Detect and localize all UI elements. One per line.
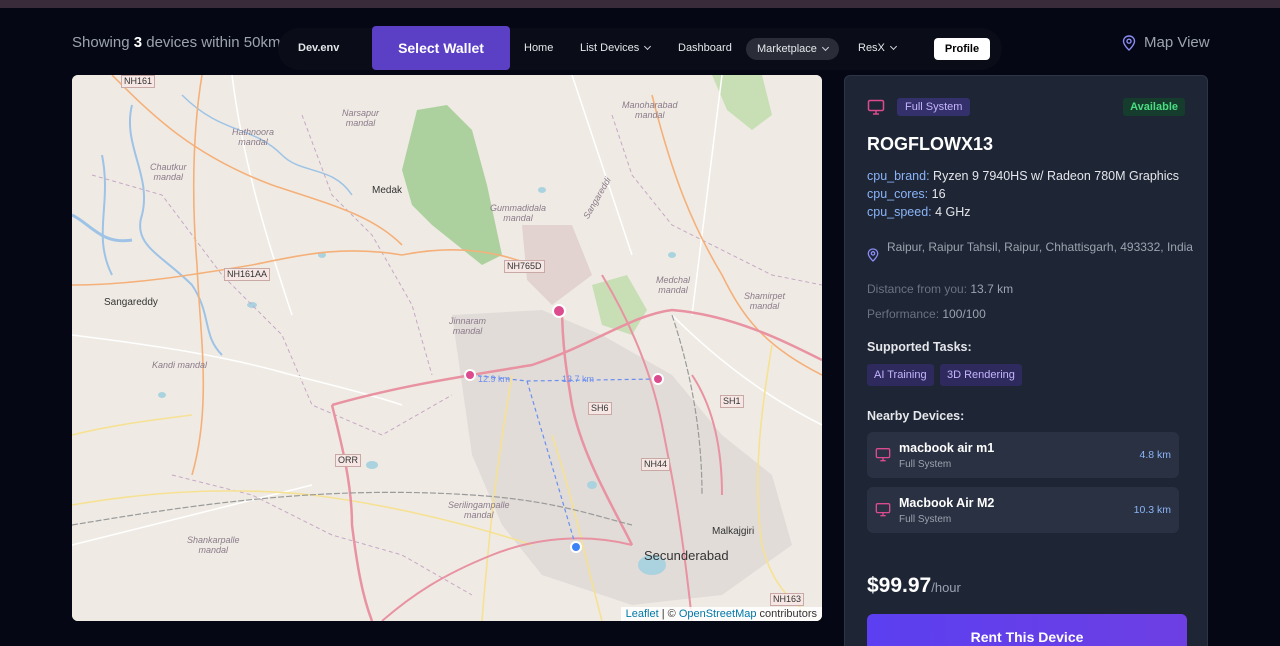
- device-type-badge: Full System: [897, 98, 971, 116]
- chevron-down-icon: [821, 43, 829, 52]
- chevron-down-icon: [889, 42, 897, 51]
- nearby-device-type: Full System: [899, 459, 952, 470]
- task-tag: 3D Rendering: [940, 364, 1022, 386]
- nav-resx[interactable]: ResX: [858, 42, 897, 54]
- device-count: 3: [133, 34, 143, 51]
- road-shield-nh44: NH44: [641, 458, 671, 471]
- nav-list-devices-label: List Devices: [580, 42, 640, 54]
- showing-prefix: Showing: [72, 34, 130, 51]
- road-shield-sh6: SH6: [588, 402, 612, 415]
- map-attribution: Leaflet | © OpenStreetMap contributors: [620, 607, 822, 621]
- top-strip: [0, 0, 1280, 8]
- attrib-contributors: contributors: [756, 608, 817, 620]
- nearby-devices-title: Nearby Devices:: [867, 409, 965, 423]
- map-pin-icon: [1122, 34, 1136, 51]
- distance-value: 13.7 km: [967, 282, 1014, 296]
- distance-label: Distance from you:: [867, 282, 968, 296]
- map-label-sangareddy: Sangareddy: [104, 297, 158, 308]
- spec-key: cpu_speed:: [867, 205, 932, 219]
- osm-link[interactable]: OpenStreetMap: [679, 608, 757, 620]
- device-detail-panel: Full System Available ROGFLOWX13 cpu_bra…: [844, 75, 1208, 646]
- map-label-manoharabad: Manoharabad mandal: [622, 100, 678, 120]
- user-location-marker[interactable]: [570, 541, 582, 553]
- nav-marketplace[interactable]: Marketplace: [746, 38, 839, 60]
- road-shield-sh1: SH1: [720, 395, 744, 408]
- spec-cpu-speed: cpu_speed: 4 GHz: [867, 205, 971, 219]
- brand-link[interactable]: Dev.env: [298, 42, 339, 54]
- road-shield-nh161aa: NH161AA: [224, 268, 271, 281]
- nav-home[interactable]: Home: [524, 42, 553, 54]
- leaflet-link[interactable]: Leaflet: [626, 608, 659, 620]
- location-pin-icon: [867, 248, 879, 262]
- map-label-gummadidala: Gummadidala mandal: [490, 203, 547, 223]
- map-label-shamirpet: Shamirpet mandal: [744, 291, 786, 311]
- monitor-icon: [875, 503, 891, 517]
- nearby-device-name: macbook air m1: [899, 441, 995, 455]
- device-count-text: Showing 3 devices within 50km: [72, 34, 280, 51]
- map-label-shankarpalle: Shankarpalle mandal: [187, 535, 240, 555]
- map-label-kandi: Kandi mandal: [152, 360, 208, 370]
- performance-label: Performance:: [867, 307, 940, 321]
- spec-value: 16: [928, 187, 946, 201]
- spec-key: cpu_brand:: [867, 169, 930, 183]
- monitor-icon: [875, 448, 891, 462]
- map-container[interactable]: NH161 Hathnoora mandal Narsapur mandal Man…: [72, 75, 822, 621]
- monitor-icon: [867, 99, 885, 115]
- device-marker-selected[interactable]: [552, 304, 566, 318]
- road-shield-nh163: NH163: [770, 593, 805, 606]
- device-marker[interactable]: [464, 369, 476, 381]
- spec-key: cpu_cores:: [867, 187, 929, 201]
- price: $99.97/hour: [867, 574, 961, 598]
- device-location: Raipur, Raipur Tahsil, Raipur, Chhattisg…: [887, 240, 1193, 254]
- device-marker[interactable]: [652, 373, 664, 385]
- map-base-layer: [72, 75, 822, 621]
- map-label-narsapur: Narsapur mandal: [342, 108, 380, 128]
- map-view-toggle[interactable]: Map View: [1122, 34, 1210, 51]
- task-tag: AI Training: [867, 364, 934, 386]
- rent-device-button[interactable]: Rent This Device: [867, 614, 1187, 646]
- nav-list-devices[interactable]: List Devices: [580, 42, 652, 54]
- nav-resx-label: ResX: [858, 42, 885, 54]
- attrib-separator: | ©: [658, 608, 679, 620]
- nearby-device-distance: 10.3 km: [1133, 504, 1171, 516]
- nearby-device-name: Macbook Air M2: [899, 496, 995, 510]
- map-label-medak: Medak: [372, 185, 403, 196]
- device-name: ROGFLOWX13: [867, 134, 994, 154]
- map-label-jinnaram: Jinnaram mandal: [449, 316, 487, 336]
- price-value: $99.97: [867, 574, 932, 597]
- nav-dashboard[interactable]: Dashboard: [678, 42, 732, 54]
- road-shield-nh161: NH161: [121, 75, 156, 88]
- profile-button[interactable]: Profile: [934, 38, 990, 60]
- nearby-device-item[interactable]: macbook air m1 Full System 4.8 km: [867, 432, 1179, 478]
- navbar: Dev.env Select Wallet Home List Devices …: [278, 26, 1002, 70]
- nearby-device-item[interactable]: Macbook Air M2 Full System 10.3 km: [867, 487, 1179, 533]
- performance-value: 100/100: [939, 307, 986, 321]
- spec-cpu-brand: cpu_brand: Ryzen 9 7940HS w/ Radeon 780M…: [867, 169, 1179, 183]
- map-label-malkajgiri: Malkajgiri: [712, 526, 755, 537]
- showing-suffix: devices within 50km: [146, 34, 281, 51]
- spec-value: 4 GHz: [931, 205, 971, 219]
- distance-from-you: Distance from you: 13.7 km: [867, 282, 1013, 296]
- nearby-device-distance: 4.8 km: [1139, 449, 1171, 461]
- select-wallet-button[interactable]: Select Wallet: [372, 26, 510, 70]
- status-badge: Available: [1123, 98, 1185, 116]
- map-label-hathnoora: Hathnoora mandal: [232, 127, 275, 147]
- performance: Performance: 100/100: [867, 307, 986, 321]
- map-label-secunderabad: Secunderabad: [644, 548, 729, 563]
- chevron-down-icon: [644, 42, 652, 51]
- road-shield-nh765d: NH765D: [504, 260, 545, 273]
- supported-tasks-title: Supported Tasks:: [867, 340, 972, 354]
- nav-marketplace-label: Marketplace: [757, 43, 817, 55]
- distance-label-1: 12.9 km: [478, 374, 511, 384]
- spec-cpu-cores: cpu_cores: 16: [867, 187, 946, 201]
- map-view-label: Map View: [1144, 34, 1210, 51]
- map-label-chautkur: Chautkur mandal: [150, 162, 187, 182]
- road-shield-orr: ORR: [335, 454, 361, 467]
- map-label-serilingampalle: Serilingampalle mandal: [448, 500, 510, 520]
- nearby-device-type: Full System: [899, 514, 952, 525]
- spec-value: Ryzen 9 7940HS w/ Radeon 780M Graphics: [929, 169, 1180, 183]
- map-label-medchal: Medchal mandal: [656, 275, 691, 295]
- price-unit: /hour: [931, 580, 961, 595]
- distance-label-2: 13.7 km: [562, 374, 595, 384]
